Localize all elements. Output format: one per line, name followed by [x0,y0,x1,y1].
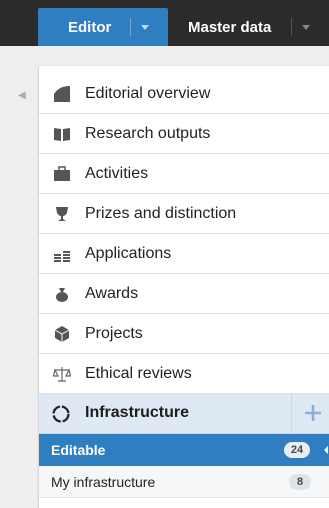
tab-separator [291,18,292,36]
divider [291,394,292,434]
cube-icon [53,325,71,343]
menu-item-projects[interactable]: Projects [39,314,329,354]
menu-item-research-outputs[interactable]: Research outputs [39,114,329,154]
menu-item-label: Projects [85,325,143,342]
menu-item-label: Research outputs [85,125,211,142]
collapse-left-icon[interactable]: ◀ [18,90,26,101]
tab-master-data[interactable]: Master data [168,8,315,46]
menu-item-applications[interactable]: Applications [39,234,329,274]
count-badge: 24 [284,442,310,458]
menu-item-label: Awards [85,285,139,302]
chevron-down-icon[interactable] [302,25,310,30]
menu-item-infrastructure[interactable]: Infrastructure [39,394,329,434]
menu-item-activities[interactable]: Activities [39,154,329,194]
menu-item-ethical-reviews[interactable]: Ethical reviews [39,354,329,394]
submenu-item-label: My infrastructure [51,474,156,490]
infrastructure-icon [51,404,71,424]
top-navigation-bar: Editor Master data [0,0,329,46]
menu-item-label: Activities [85,165,149,182]
menu-item-prizes-and-distinction[interactable]: Prizes and distinction [39,194,329,234]
coins-icon [53,245,71,263]
briefcase-icon [53,165,71,183]
menu-item-label: Infrastructure [85,404,190,421]
submenu-item-my-infrastructure[interactable]: My infrastructure 8 [39,466,329,498]
submenu-item-label: Editable [51,442,106,458]
tab-editor-label: Editor [68,18,112,36]
menu-item-label: Editorial overview [85,85,211,102]
active-indicator [324,446,328,454]
top-tabs: Editor Master data [38,8,315,46]
submenu-item-editable[interactable]: Editable 24 [39,434,329,466]
tab-master-data-label: Master data [188,18,272,36]
editorial-overview-icon [53,85,71,103]
menu-item-editorial-overview[interactable]: Editorial overview [39,74,329,114]
tab-editor[interactable]: Editor [38,8,168,46]
editor-sidebar-menu: Editorial overview Research outputs Acti… [38,66,329,508]
chevron-down-icon[interactable] [141,25,149,30]
count-badge: 8 [289,474,311,490]
trophy-icon [53,205,71,223]
money-bag-icon [53,285,71,303]
menu-item-label: Applications [85,245,172,262]
menu-item-label: Prizes and distinction [85,205,237,222]
book-icon [53,125,71,143]
menu-item-awards[interactable]: Awards [39,274,329,314]
tab-separator [130,18,131,36]
menu-item-label: Ethical reviews [85,365,192,382]
plus-icon[interactable] [303,402,323,424]
scales-icon [52,365,72,383]
